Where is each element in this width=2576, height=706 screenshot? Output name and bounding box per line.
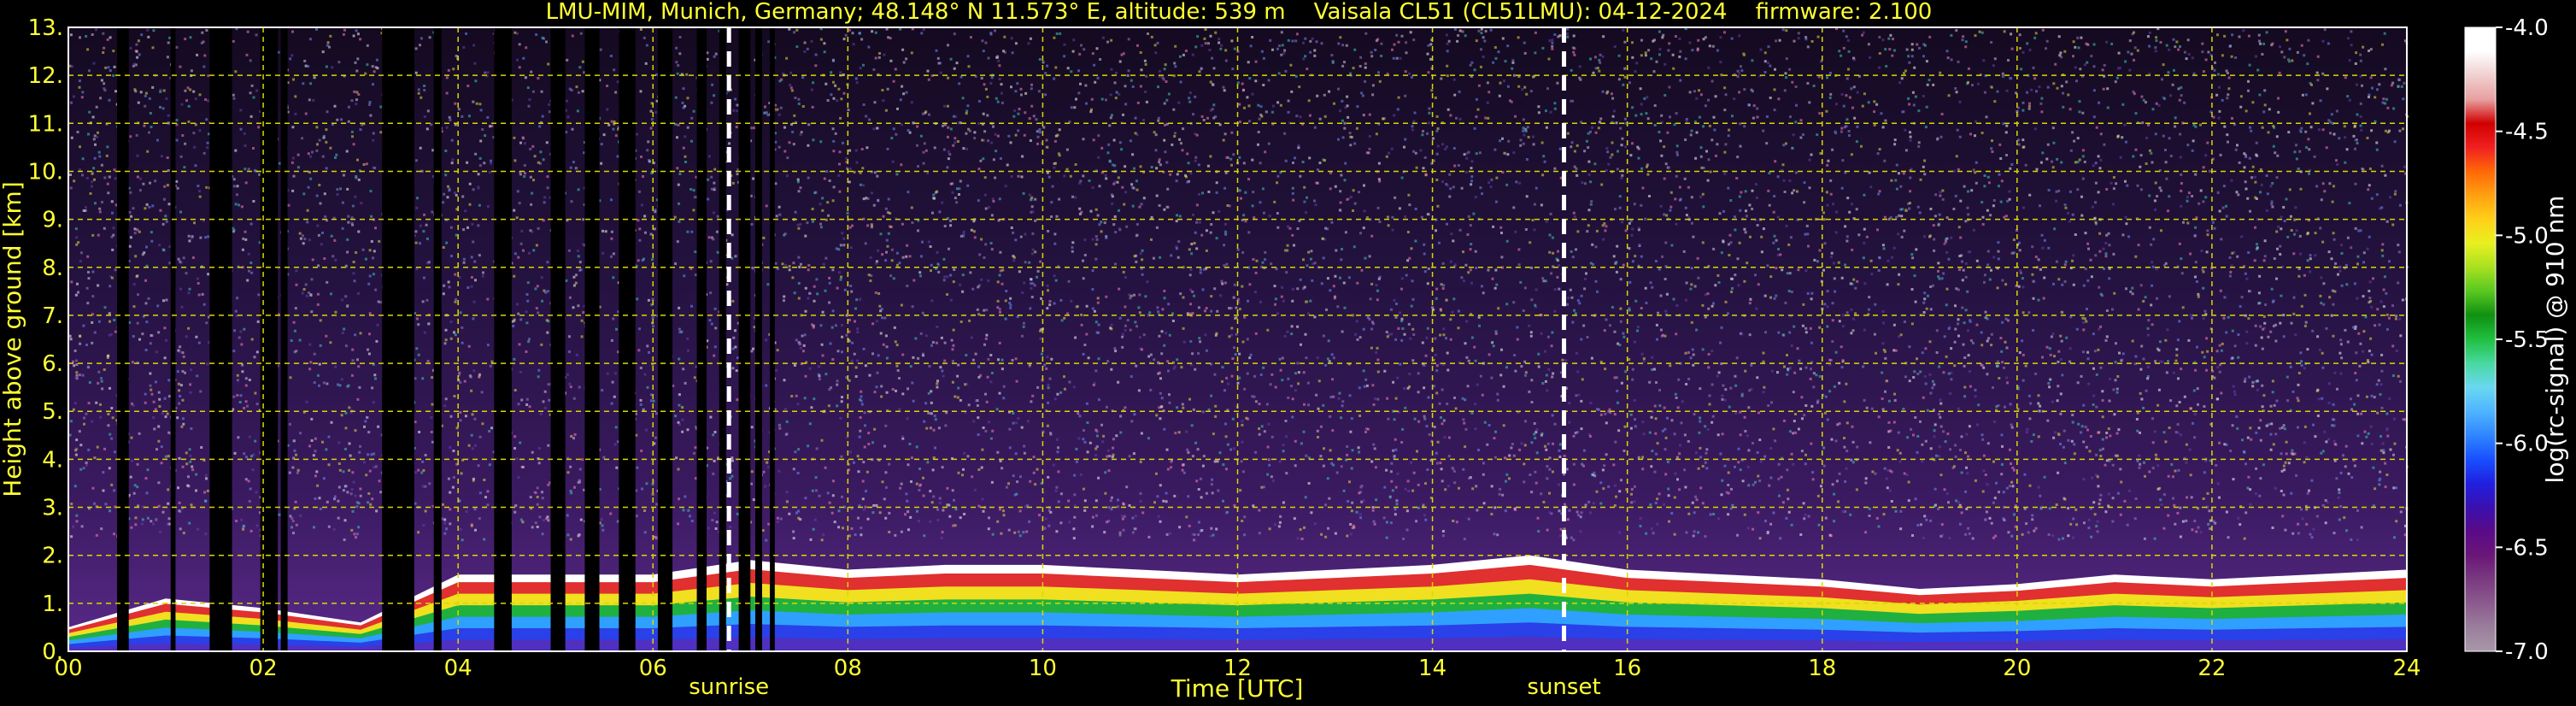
colorbar-tick-label: -4.0 [2505,15,2549,41]
data-gap [738,27,751,651]
data-gap [280,27,288,651]
x-tick-label: 02 [249,656,278,681]
x-tick-label: 22 [2198,656,2226,681]
x-tick-label: 20 [2003,656,2031,681]
colorbar-tick-label: -4.5 [2505,120,2549,145]
data-gap [584,27,600,651]
sunset-label: sunset [1527,674,1600,700]
ceilometer-chart: LMU-MIM, Munich, Germany; 48.148° N 11.5… [0,0,2569,703]
colorbar: -4.0-4.5-5.0-5.5-6.0-6.5-7.0 log(rc-sign… [2464,15,2569,665]
y-tick-label: 1. [42,591,63,617]
y-tick-label: 0. [42,639,63,665]
x-tick-label: 10 [1029,656,1057,681]
colorbar-tick-label: -6.5 [2505,535,2549,561]
data-gap [754,27,762,651]
colorbar-tick-label: -7.0 [2505,639,2549,665]
y-tick-label: 4. [42,447,63,473]
plot-area: sunrise sunset [67,26,2409,700]
data-gap [550,27,566,651]
y-tick-label: 5. [42,399,63,425]
y-tick-label: 10. [28,159,63,185]
x-tick-label: 04 [444,656,472,681]
y-axis-ticks: 0. 1. 2. 3. 4. 5. 6. 7. 8. 9. 10. 11. 12. 13. [28,15,63,665]
y-tick-label: 13. [28,15,63,41]
data-gap [433,27,442,651]
data-gap [619,27,636,651]
x-tick-label: 16 [1613,656,1641,681]
x-tick-label: 08 [834,656,862,681]
data-gap [494,27,512,651]
x-axis-label: Time [UTC] [1171,674,1304,703]
data-gap [770,27,775,651]
y-tick-label: 11. [28,111,63,137]
data-gap [657,27,673,651]
sunrise-label: sunrise [689,674,769,700]
y-tick-label: 3. [42,496,63,521]
y-tick-label: 7. [42,303,63,329]
x-tick-label: 18 [1808,656,1836,681]
data-gap [209,27,232,651]
data-gap [719,27,726,651]
data-gap [382,27,414,651]
y-tick-label: 9. [42,208,63,233]
colorbar-label: log(rc-signal) @ 910 nm [2541,196,2569,484]
x-tick-label: 06 [639,656,667,681]
y-tick-label: 12. [28,63,63,89]
y-tick-label: 8. [42,256,63,281]
data-gap [117,27,129,651]
colorbar-gradient [2464,26,2497,652]
data-gap [696,27,707,651]
y-axis-label: Height above ground [km] [0,181,26,497]
x-tick-label: 24 [2392,656,2421,681]
data-gap [170,27,176,651]
y-tick-label: 2. [42,544,63,569]
x-tick-label: 14 [1418,656,1446,681]
chart-title: LMU-MIM, Munich, Germany; 48.148° N 11.5… [546,0,1933,25]
y-tick-label: 6. [42,351,63,377]
